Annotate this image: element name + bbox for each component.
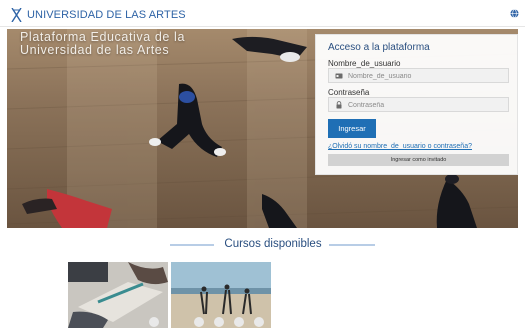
heading-divider-right xyxy=(329,244,375,246)
globe-icon[interactable] xyxy=(510,9,519,18)
hero-caption: Plataforma Educativa de la Universidad d… xyxy=(20,30,185,57)
password-field-wrapper xyxy=(328,97,509,112)
password-input[interactable] xyxy=(348,99,506,111)
course-card[interactable] xyxy=(171,262,271,328)
forgot-credentials-link[interactable]: ¿Olvidó su nombre_de_usuario o contraseñ… xyxy=(328,143,472,150)
x-figure-logo-icon[interactable] xyxy=(11,8,22,22)
courses-heading: Cursos disponibles xyxy=(170,238,375,252)
course-card[interactable] xyxy=(68,262,168,328)
login-card: Acceso a la plataforma Nombre_de_usuario… xyxy=(315,34,518,175)
login-submit-button[interactable]: Ingresar xyxy=(328,119,376,138)
username-label: Nombre_de_usuario xyxy=(328,59,401,68)
username-field-wrapper xyxy=(328,68,509,83)
password-label: Contraseña xyxy=(328,88,370,97)
brand-name[interactable]: UNIVERSIDAD DE LAS ARTES xyxy=(27,9,186,21)
heading-divider-left xyxy=(170,244,214,246)
course-thumbnail-beach xyxy=(171,262,271,328)
guest-login-button[interactable]: Ingresar como invitado xyxy=(328,154,509,166)
login-title: Acceso a la plataforma xyxy=(328,42,430,53)
id-card-icon xyxy=(335,73,343,79)
lock-icon xyxy=(336,101,342,109)
username-input[interactable] xyxy=(348,70,506,82)
courses-title: Cursos disponibles xyxy=(224,238,322,250)
course-thumbnail-drawing xyxy=(68,262,168,328)
site-header: UNIVERSIDAD DE LAS ARTES xyxy=(0,0,525,27)
